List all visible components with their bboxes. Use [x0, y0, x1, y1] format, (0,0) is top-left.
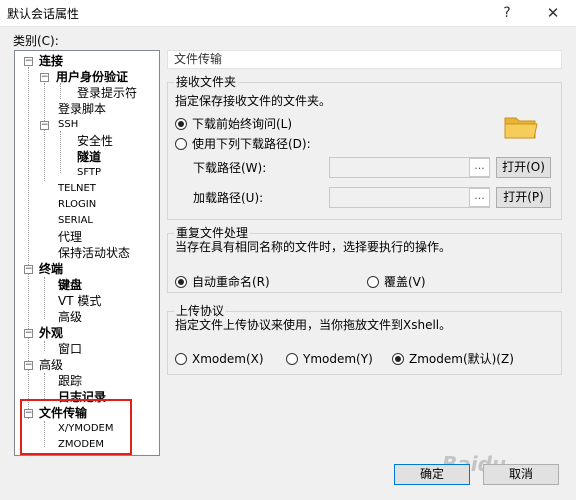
cancel-button[interactable]: 取消	[483, 464, 559, 485]
tree-item-sftp[interactable]: SFTP	[77, 165, 101, 181]
overwrite-label[interactable]: 覆盖(V)	[384, 275, 426, 289]
tree-item-terminal[interactable]: 终端	[39, 261, 63, 277]
tree-line	[60, 131, 61, 173]
overwrite-radio[interactable]	[367, 276, 379, 288]
tree-item-keepalive[interactable]: 保持活动状态	[58, 245, 130, 261]
tree-line	[44, 83, 45, 181]
ok-button[interactable]: 确定	[394, 464, 470, 485]
tree-item-rlogin[interactable]: RLOGIN	[58, 197, 96, 213]
close-button[interactable]: ✕	[530, 0, 576, 27]
tree-item-security[interactable]: 安全性	[77, 133, 113, 149]
folder-icon	[504, 117, 538, 139]
category-tree[interactable]: − 连接 − 用户身份验证 登录提示符 登录脚本 − SSH 安全性 隧道 SF…	[14, 50, 160, 456]
tree-line	[60, 83, 61, 99]
receive-folder-desc: 指定保存接收文件的文件夹。	[175, 94, 332, 108]
window-title: 默认会话属性	[7, 7, 80, 21]
tree-line	[44, 277, 45, 319]
download-path-label: 下载路径(W):	[193, 161, 267, 175]
zmodem-label[interactable]: Zmodem(默认)(Z)	[409, 352, 514, 366]
tree-item-appearance[interactable]: 外观	[39, 325, 63, 341]
tree-item-login-script[interactable]: 登录脚本	[58, 101, 106, 117]
xmodem-radio[interactable]	[175, 353, 187, 365]
tree-item-login-prompt[interactable]: 登录提示符	[77, 85, 137, 101]
zmodem-radio[interactable]	[392, 353, 404, 365]
highlight-box	[20, 399, 132, 455]
duplicate-file-title: 重复文件处理	[174, 226, 251, 240]
close-icon: ✕	[546, 4, 560, 22]
tree-item-ssh[interactable]: SSH	[58, 117, 78, 133]
ask-before-download-radio[interactable]	[175, 118, 187, 130]
tree-item-telnet[interactable]: TELNET	[58, 181, 96, 197]
use-download-path-radio[interactable]	[175, 138, 187, 150]
duplicate-file-desc: 当存在具有相同名称的文件时，选择要执行的操作。	[175, 240, 452, 254]
tree-item-advanced[interactable]: 高级	[39, 357, 63, 373]
tree-item-serial[interactable]: SERIAL	[58, 213, 93, 229]
title-bar: 默认会话属性 ? ✕	[0, 0, 576, 27]
browse-download-button[interactable]: ...	[469, 158, 490, 177]
collapse-icon[interactable]: −	[40, 121, 49, 130]
tree-item-window[interactable]: 窗口	[58, 341, 82, 357]
ask-before-download-label[interactable]: 下载前始终询问(L)	[192, 117, 292, 131]
download-path-field[interactable]	[329, 157, 490, 178]
collapse-icon[interactable]: −	[24, 329, 33, 338]
collapse-icon[interactable]: −	[24, 265, 33, 274]
upload-protocol-desc: 指定文件上传协议来使用，当你拖放文件到Xshell。	[175, 318, 452, 332]
tree-item-tunnel[interactable]: 隧道	[77, 149, 101, 165]
browse-load-button[interactable]: ...	[469, 188, 490, 207]
upload-protocol-title: 上传协议	[174, 304, 227, 318]
tree-item-proxy[interactable]: 代理	[58, 229, 82, 245]
collapse-icon[interactable]: −	[24, 57, 33, 66]
load-path-field[interactable]	[329, 187, 490, 208]
use-download-path-label[interactable]: 使用下列下载路径(D):	[192, 137, 311, 151]
tree-item-vt-mode[interactable]: VT 模式	[58, 293, 101, 309]
open-download-button[interactable]: 打开(O)	[496, 157, 551, 178]
help-button[interactable]: ?	[484, 0, 530, 27]
collapse-icon[interactable]: −	[24, 361, 33, 370]
tree-item-auth[interactable]: 用户身份验证	[56, 69, 128, 85]
ymodem-label[interactable]: Ymodem(Y)	[303, 352, 373, 366]
panel-title: 文件传输	[167, 50, 562, 69]
auto-rename-label[interactable]: 自动重命名(R)	[192, 275, 270, 289]
xmodem-label[interactable]: Xmodem(X)	[192, 352, 264, 366]
category-label: 类别(C):	[13, 34, 59, 48]
collapse-icon[interactable]: −	[40, 73, 49, 82]
open-load-button[interactable]: 打开(P)	[496, 187, 551, 208]
receive-folder-title: 接收文件夹	[174, 75, 239, 89]
tree-line	[44, 373, 45, 399]
load-path-label: 加载路径(U):	[193, 191, 264, 205]
tree-item-terminal-advanced[interactable]: 高级	[58, 309, 82, 325]
tree-item-keyboard[interactable]: 键盘	[58, 277, 82, 293]
tree-line	[44, 341, 45, 351]
tree-item-trace[interactable]: 跟踪	[58, 373, 82, 389]
tree-item-connection[interactable]: 连接	[39, 53, 63, 69]
ymodem-radio[interactable]	[286, 353, 298, 365]
auto-rename-radio[interactable]	[175, 276, 187, 288]
